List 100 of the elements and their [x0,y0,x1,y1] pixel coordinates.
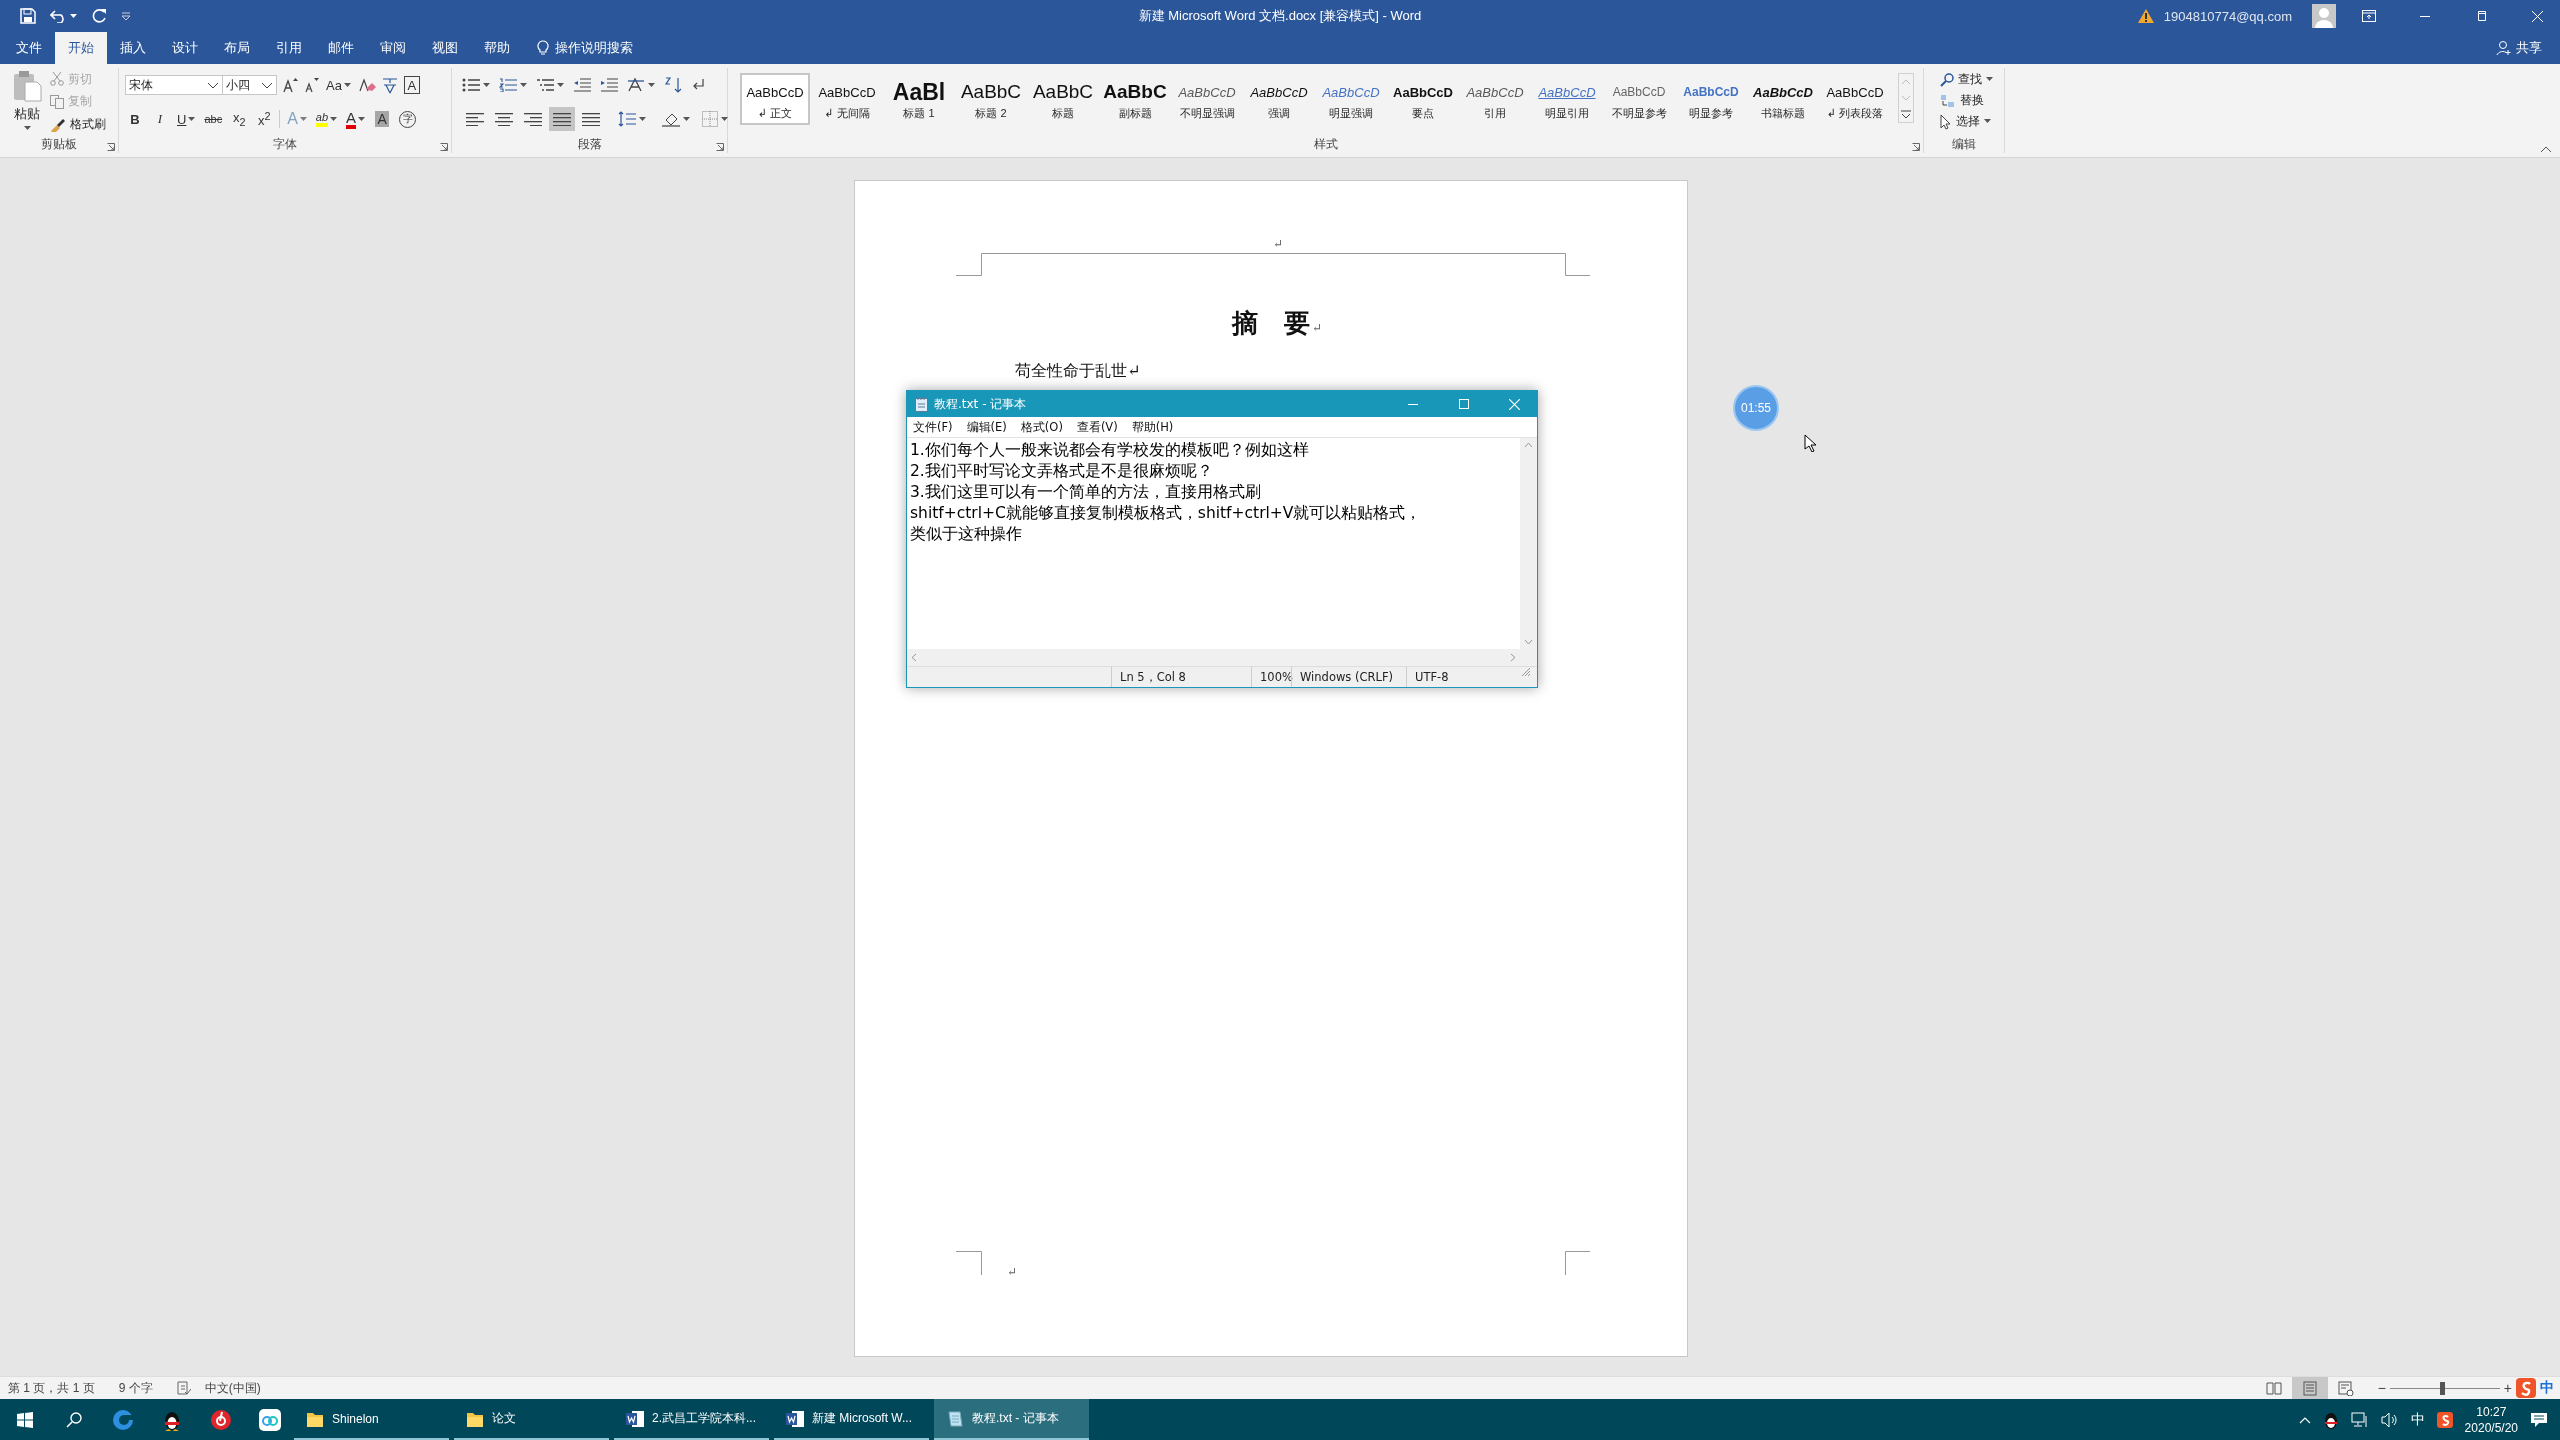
maximize-icon[interactable] [1458,399,1469,409]
view-print-button[interactable] [2291,1377,2328,1399]
ribbon-tab[interactable]: 文件 [3,32,55,64]
style-gallery-item[interactable]: AaBbC 标题 2 [956,73,1026,125]
ribbon-tab[interactable]: 布局 [211,32,263,64]
ribbon-options-icon[interactable] [2362,10,2376,22]
ribbon-tab[interactable]: 邮件 [315,32,367,64]
paste-button[interactable]: 粘贴 [6,68,48,136]
volume-icon[interactable] [2380,1411,2399,1428]
caret-icon[interactable] [330,116,338,122]
slider-thumb[interactable] [2439,1381,2445,1395]
save-icon[interactable] [20,8,36,24]
caret-icon[interactable] [520,82,527,88]
ribbon-tab[interactable]: 设计 [159,32,211,64]
multilevel-list-icon[interactable] [536,78,554,92]
tell-me-search[interactable]: 操作说明搜索 [555,39,633,57]
menu-item[interactable]: 帮助(H) [1131,419,1174,435]
increase-indent-icon[interactable] [600,78,618,92]
network-icon[interactable] [2350,1411,2369,1428]
music-icon[interactable] [209,1408,232,1431]
format-button[interactable]: x$_{2}$ [229,108,250,130]
start-icon[interactable] [16,1411,33,1428]
change-case-button[interactable]: Aa [324,74,353,96]
style-gallery-item[interactable]: AaBl 标题 1 [884,73,954,125]
text-area[interactable]: 1.你们每个人一般来说都会有学校发的模板吧？例如这样 2.我们平时写论文弄格式是不是很麻烦呢？ 3.我们这里可以有一个简单的方法，直接用格式刷 shitf+ctrl+C就能够直接复制模板格式，shitf+ctrl+V就可以粘贴格式， 类似于这种操作 [907,438,1520,649]
cloud-icon[interactable] [258,1408,281,1431]
customize-icon[interactable] [121,12,131,20]
search-icon[interactable] [65,1411,82,1428]
caret-icon[interactable] [648,82,655,88]
ribbon-tab[interactable]: 帮助 [471,32,523,64]
format-button[interactable]: I [150,108,170,130]
style-gallery-item[interactable]: AaBbCcD ↲ 正文 [740,73,810,125]
menu-item[interactable]: 查看(V) [1076,419,1118,435]
caret-icon[interactable] [1984,119,1991,124]
text-effect-button[interactable]: A [372,108,393,130]
format-button[interactable]: B [125,108,145,130]
close-icon[interactable] [2531,10,2543,22]
minimize-icon[interactable] [1407,403,1418,405]
ribbon-tab[interactable]: 审阅 [367,32,419,64]
menu-item[interactable]: 文件(F) [913,419,953,435]
style-gallery-item[interactable]: AaBbCcD 书籍标题 [1748,73,1818,125]
clock-date[interactable]: 2020/5/20 [2464,1419,2518,1436]
style-gallery-item[interactable]: AaBbCcD 引用 [1460,73,1530,125]
caret-icon[interactable] [343,82,351,88]
style-gallery-item[interactable]: AaBbCcD 要点 [1388,73,1458,125]
editing-button[interactable]: 选择 [1938,112,1995,131]
line-spacing-icon[interactable] [618,111,636,127]
zoom-in-button[interactable]: + [2499,1380,2516,1396]
clear-formatting-icon[interactable] [357,77,376,93]
align-justify-button[interactable] [549,107,575,131]
format-button[interactable]: abc [202,108,225,130]
ime-indicator[interactable]: 中 [2540,1379,2554,1397]
style-gallery-item[interactable]: AaBbCcD 不明显参考 [1604,73,1674,125]
menu-item[interactable]: 格式(O) [1020,419,1063,435]
account-name[interactable]: 1904810774@qq.com [2163,8,2292,24]
caret-icon[interactable] [70,13,77,19]
clipboard-button[interactable]: 格式刷 [48,115,108,135]
style-gallery-item[interactable]: AaBbCcD 明显强调 [1316,73,1386,125]
style-gallery-item[interactable]: AaBbCcD 明显参考 [1676,73,1746,125]
undo-icon[interactable] [50,9,67,23]
taskbar-window-button[interactable]: 教程.txt - 记事本 [934,1399,1089,1440]
redo-icon[interactable] [91,8,107,24]
format-button[interactable]: U [175,108,198,130]
chevron-up-icon[interactable] [2298,1415,2311,1424]
numbering-icon[interactable] [499,78,517,92]
chinese-layout-icon[interactable] [627,77,645,93]
style-gallery-item[interactable]: AaBbCcD ↲ 无间隔 [812,73,882,125]
format-button[interactable]: x$^{2}$ [254,108,275,130]
caret-icon[interactable] [557,82,564,88]
taskbar-window-button[interactable]: 新建 Microsoft W... [774,1399,929,1440]
ribbon-tab[interactable]: 插入 [107,32,159,64]
style-gallery-item[interactable]: AaBbCcD ↲ 列表段落 [1820,73,1890,125]
caret-icon[interactable] [483,82,490,88]
share-button[interactable]: 共享 [2486,32,2560,64]
taskbar-window-button[interactable]: 论文 [454,1399,609,1440]
taskbar-window-button[interactable]: Shinelon [294,1399,449,1440]
sogou-icon[interactable] [2436,1411,2453,1428]
text-effect-button[interactable]: ab [313,108,340,130]
zoom-out-button[interactable]: − [2373,1380,2390,1396]
notification-icon[interactable] [2530,1411,2548,1428]
font-name-dropdown[interactable]: 宋体 [125,75,223,95]
caret-icon[interactable] [23,126,31,131]
phonetic-guide-icon[interactable] [380,76,399,94]
caret-icon[interactable] [639,116,646,122]
penguin-icon[interactable] [2322,1410,2339,1429]
style-gallery-item[interactable]: AaBbCcD 不明显强调 [1172,73,1242,125]
dialog-launcher-icon[interactable] [440,143,448,151]
style-gallery-item[interactable]: AaBbCcD 明显引用 [1532,73,1602,125]
clock-time[interactable]: 10:27 [2476,1403,2507,1420]
caret-icon[interactable] [683,116,690,122]
character-border-button[interactable]: A [403,76,420,94]
ribbon-tab[interactable]: 引用 [263,32,315,64]
style-gallery-item[interactable]: AaBbC 副标题 [1100,73,1170,125]
caret-icon[interactable] [721,116,728,122]
word-count[interactable]: 9 个字 [118,1379,153,1397]
minimize-icon[interactable] [2420,15,2430,17]
dialog-launcher-icon[interactable] [1912,143,1920,151]
caret-icon[interactable] [1986,77,1993,82]
dialog-launcher-icon[interactable] [107,143,115,151]
browser-icon[interactable] [111,1408,134,1431]
